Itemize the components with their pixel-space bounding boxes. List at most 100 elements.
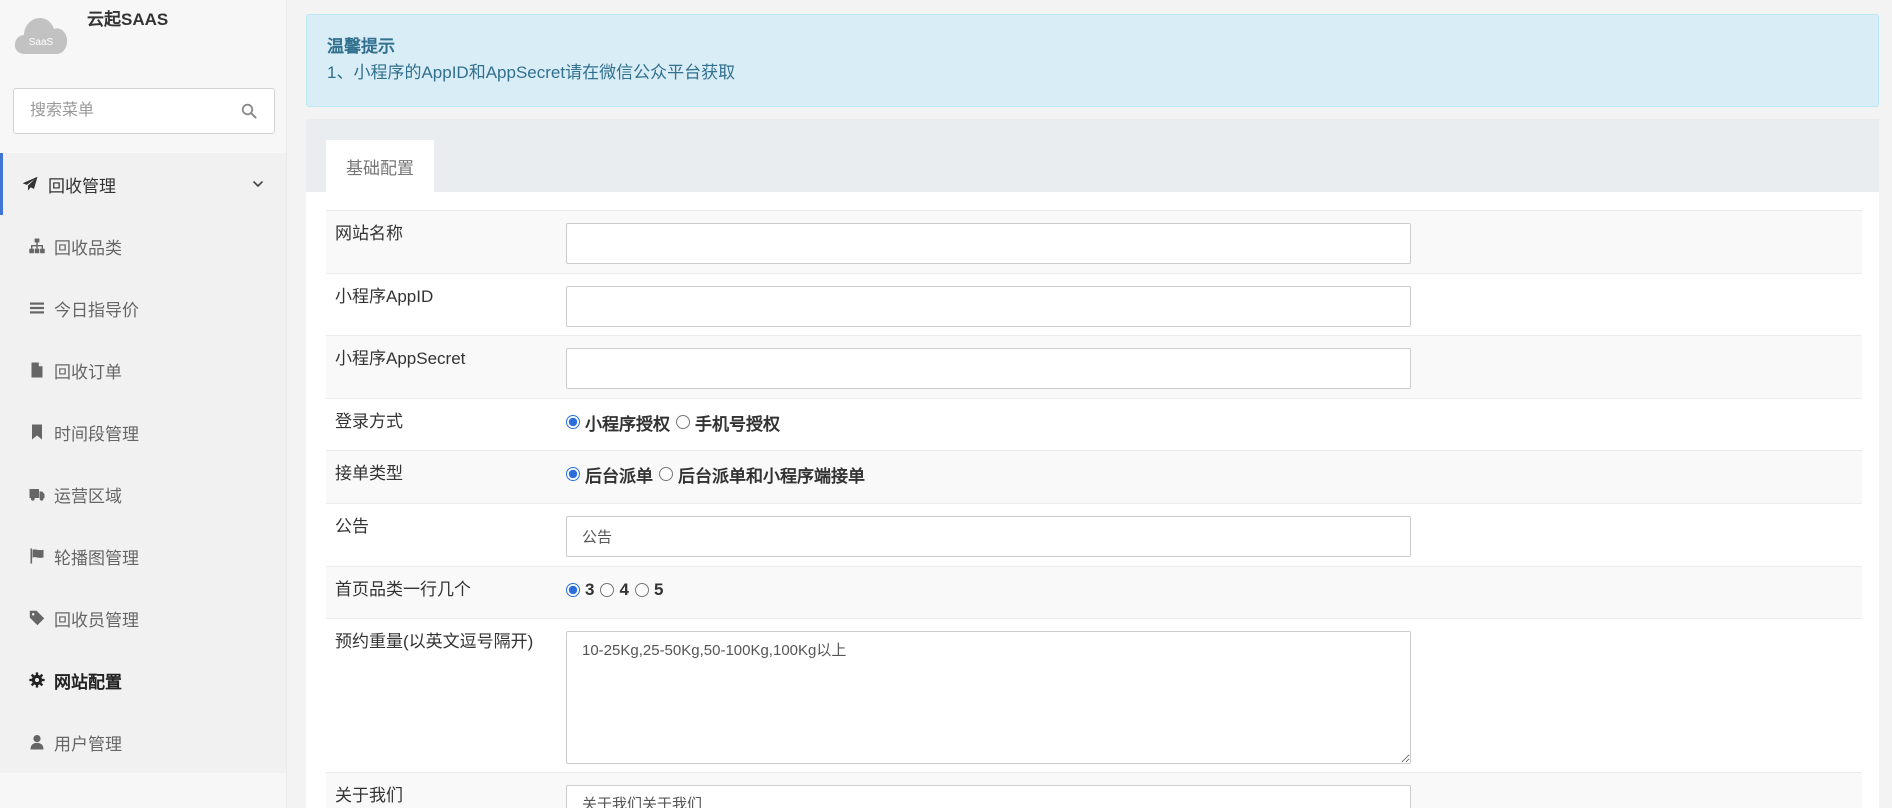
reserve-weight-label: 预约重量(以英文逗号隔开) <box>335 632 534 651</box>
alert-text: 1、小程序的AppID和AppSecret请在微信公众平台获取 <box>327 63 736 82</box>
sitemap-icon <box>29 238 45 254</box>
form-row-app-secret: 小程序AppSecret <box>326 335 1862 398</box>
sidebar-item-label: 回收品类 <box>54 238 122 258</box>
form-row-order-type: 接单类型 后台派单 后台派单和小程序端接单 <box>326 450 1862 503</box>
app-secret-label: 小程序AppSecret <box>335 349 466 368</box>
reserve-weight-textarea[interactable]: 10-25Kg,25-50Kg,50-100Kg,100Kg以上 <box>566 631 1411 764</box>
tab-basic-config[interactable]: 基础配置 <box>326 140 434 192</box>
reserve-weight-control: 10-25Kg,25-50Kg,50-100Kg,100Kg以上 <box>566 631 1411 769</box>
menu-search-input[interactable] <box>14 89 229 133</box>
chevron-down-icon <box>252 178 264 190</box>
form-row-notice: 公告 <box>326 503 1862 566</box>
sidebar-item-label: 运营区域 <box>54 486 122 506</box>
radio-input[interactable] <box>659 467 673 481</box>
user-icon <box>29 734 45 750</box>
app-id-control <box>566 286 1411 327</box>
app-secret-control <box>566 348 1411 389</box>
radio-option-backend-and-miniprogram[interactable]: 后台派单和小程序端接单 <box>659 462 865 487</box>
radio-label: 小程序授权 <box>585 414 670 434</box>
sidebar-menu: 回收管理 回收品类 今日指导价 回收订单 时间段管理 运营区域 轮播图管理 回收… <box>0 153 286 773</box>
radio-option-backend-dispatch[interactable]: 后台派单 <box>566 462 653 487</box>
login-method-label: 登录方式 <box>335 412 403 431</box>
radio-label: 4 <box>619 580 629 599</box>
sidebar-item-label: 时间段管理 <box>54 424 139 444</box>
sidebar-item-label: 回收管理 <box>48 176 116 196</box>
sidebar-item-carousel[interactable]: 轮播图管理 <box>0 525 286 587</box>
radio-label: 手机号授权 <box>695 414 780 434</box>
menu-search <box>13 88 275 134</box>
about-us-control <box>566 785 1411 808</box>
brand-name: 云起SAAS <box>87 10 169 29</box>
bookmark-icon <box>29 424 45 440</box>
paper-plane-icon <box>22 176 38 192</box>
site-name-control <box>566 223 1411 264</box>
about-us-label: 关于我们 <box>335 786 403 805</box>
settings-form: 网站名称 小程序AppID 小程序AppSecret 登录方式 小程序授权 手机… <box>326 210 1862 808</box>
search-icon[interactable] <box>241 103 257 119</box>
form-row-reserve-weight: 预约重量(以英文逗号隔开) 10-25Kg,25-50Kg,50-100Kg,1… <box>326 618 1862 772</box>
radio-input[interactable] <box>566 583 580 597</box>
sidebar-item-recycle-categories[interactable]: 回收品类 <box>0 215 286 277</box>
radio-label: 后台派单和小程序端接单 <box>678 466 865 486</box>
sidebar-item-label: 轮播图管理 <box>54 548 139 568</box>
radio-input[interactable] <box>676 415 690 429</box>
form-row-category-per-row: 首页品类一行几个 3 4 5 <box>326 566 1862 618</box>
radio-label: 5 <box>653 580 664 599</box>
radio-input[interactable] <box>566 467 580 481</box>
sidebar-item-recycle-orders[interactable]: 回收订单 <box>0 339 286 401</box>
about-us-input[interactable] <box>566 785 1411 808</box>
category-per-row-label: 首页品类一行几个 <box>335 580 471 599</box>
logo: SaaS <box>14 15 68 55</box>
form-row-site-name: 网站名称 <box>326 210 1862 273</box>
sidebar-item-label: 回收员管理 <box>54 610 139 630</box>
notice-control <box>566 516 1411 557</box>
radio-input[interactable] <box>600 583 615 597</box>
tab-bar: 基础配置 <box>306 119 1879 192</box>
sidebar-item-users[interactable]: 用户管理 <box>0 711 286 773</box>
radio-option-phone-auth[interactable]: 手机号授权 <box>676 410 780 435</box>
sidebar-item-recycle-management[interactable]: 回收管理 <box>0 153 286 215</box>
sidebar: SaaS 云起SAAS 回收管理 <box>0 0 287 808</box>
cloud-logo-icon: SaaS <box>14 18 68 54</box>
sidebar-item-label: 网站配置 <box>54 672 122 692</box>
flag-icon <box>29 548 45 564</box>
category-per-row-radio-group: 3 4 5 <box>566 579 669 601</box>
sidebar-item-label: 回收订单 <box>54 362 122 382</box>
bars-icon <box>29 300 45 316</box>
sidebar-item-label: 用户管理 <box>54 734 122 754</box>
sidebar-item-recyclers[interactable]: 回收员管理 <box>0 587 286 649</box>
radio-input[interactable] <box>634 583 649 597</box>
radio-option-4[interactable]: 4 <box>600 580 629 600</box>
alert-title: 温馨提示 <box>327 37 395 56</box>
sidebar-item-daily-price-guide[interactable]: 今日指导价 <box>0 277 286 339</box>
form-row-app-id: 小程序AppID <box>326 273 1862 335</box>
radio-input[interactable] <box>566 415 580 429</box>
sidebar-item-time-slots[interactable]: 时间段管理 <box>0 401 286 463</box>
app-id-input[interactable] <box>566 286 1411 327</box>
notice-input[interactable] <box>566 516 1411 557</box>
file-icon <box>29 362 45 378</box>
site-name-label: 网站名称 <box>335 224 403 243</box>
radio-option-miniprogram-auth[interactable]: 小程序授权 <box>566 410 670 435</box>
form-row-login-method: 登录方式 小程序授权 手机号授权 <box>326 398 1862 450</box>
app-secret-input[interactable] <box>566 348 1411 389</box>
sidebar-item-label: 今日指导价 <box>54 300 139 320</box>
login-method-radio-group: 小程序授权 手机号授权 <box>566 410 786 435</box>
truck-icon <box>29 486 45 502</box>
sidebar-item-site-settings[interactable]: 网站配置 <box>0 649 286 711</box>
notice-label: 公告 <box>335 517 369 536</box>
site-name-input[interactable] <box>566 223 1411 264</box>
radio-label: 后台派单 <box>585 466 653 486</box>
order-type-radio-group: 后台派单 后台派单和小程序端接单 <box>566 462 871 487</box>
tag-icon <box>29 610 45 626</box>
form-row-about-us: 关于我们 <box>326 772 1862 808</box>
sidebar-item-service-areas[interactable]: 运营区域 <box>0 463 286 525</box>
gear-icon <box>29 672 45 688</box>
radio-option-5[interactable]: 5 <box>634 580 664 600</box>
radio-option-3[interactable]: 3 <box>566 580 594 600</box>
tip-alert: 温馨提示 1、小程序的AppID和AppSecret请在微信公众平台获取 <box>306 14 1879 107</box>
settings-panel: 基础配置 网站名称 小程序AppID 小程序AppSecret 登录方式 小程序… <box>306 119 1879 808</box>
logo-text: SaaS <box>29 37 54 48</box>
app-id-label: 小程序AppID <box>335 287 434 306</box>
radio-label: 3 <box>585 580 595 599</box>
